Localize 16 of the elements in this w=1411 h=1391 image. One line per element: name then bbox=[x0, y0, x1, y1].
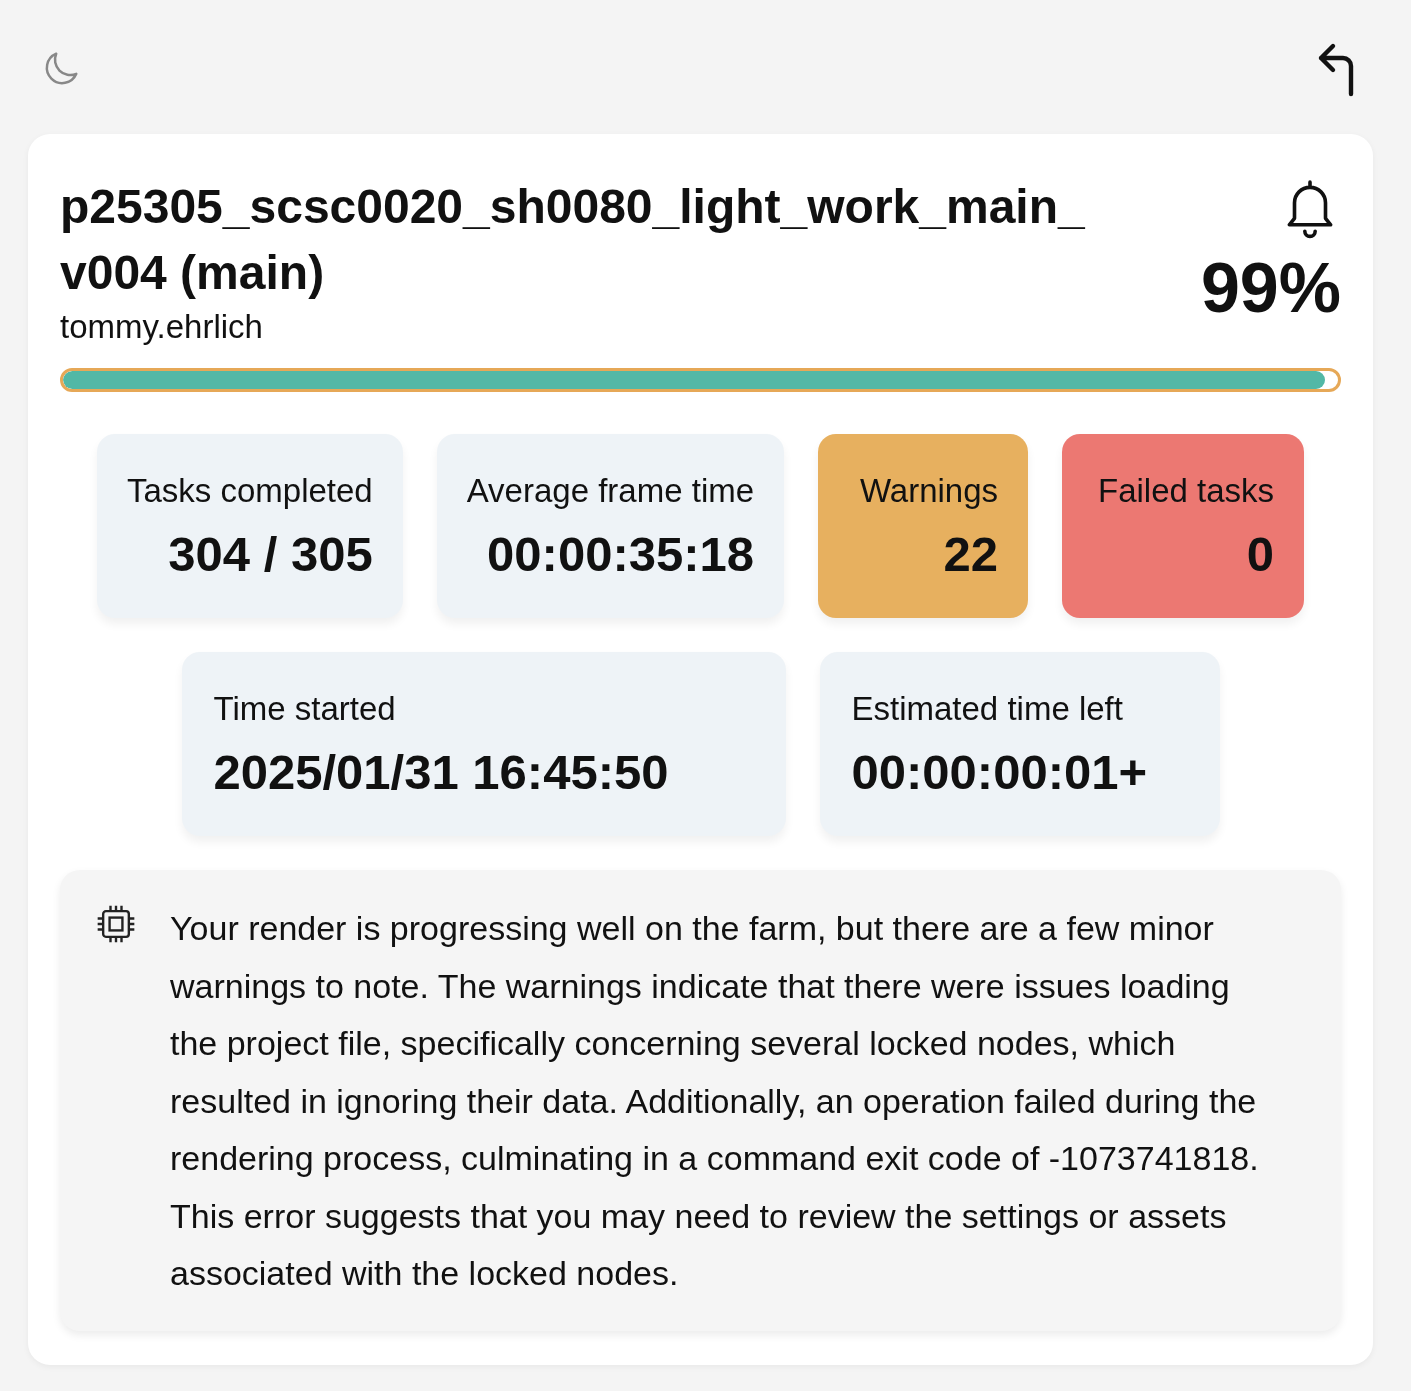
stat-value: 00:00:35:18 bbox=[487, 526, 755, 582]
stat-label: Average frame time bbox=[466, 472, 755, 510]
stat-label: Failed tasks bbox=[1098, 472, 1275, 510]
user-name: tommy.ehrlich bbox=[60, 308, 264, 346]
stat-value: 22 bbox=[943, 526, 999, 582]
stat-value: 304 / 305 bbox=[168, 526, 373, 582]
stat-value: 2025/01/31 16:45:50 bbox=[213, 744, 669, 800]
summary-text: Your render is progressing well on the farm, but there are a few minor warnings to note. The warnings indicate that there were issues loading the project file, specifically concerning several locked nodes, which resulted in ignoring their data. Additionally, an operation failed during the rendering process, culminating in a command exit code of -1073741818. This error suggests that you may need to review the settings or assets associated with the locked nodes. bbox=[170, 908, 1260, 1294]
stat-label: Warnings bbox=[859, 472, 999, 510]
progress-percent: 99% bbox=[1200, 248, 1341, 328]
stat-value: 00:00:00:01+ bbox=[851, 744, 1148, 800]
stat-label: Tasks completed bbox=[126, 472, 373, 510]
stat-value: 0 bbox=[1246, 526, 1275, 582]
stat-label: Time started bbox=[213, 690, 396, 728]
stat-label: Estimated time left bbox=[851, 690, 1123, 728]
job-title: p25305_scsc0020_sh0080_light_work_main_v004 (main) bbox=[60, 179, 1086, 301]
